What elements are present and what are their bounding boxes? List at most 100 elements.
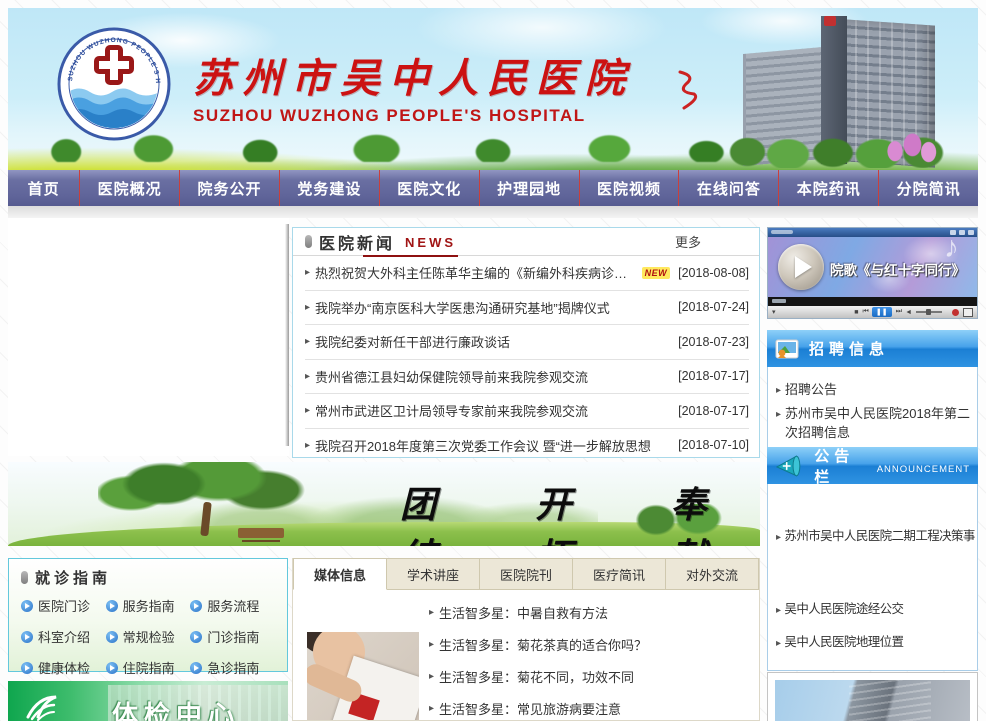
- tab-external-exchange[interactable]: 对外交流: [666, 558, 759, 590]
- circle-arrow-icon: [190, 600, 202, 612]
- player-seek-bar[interactable]: [768, 297, 977, 306]
- news-link[interactable]: 贵州省德江县妇幼保健院领导前来我院参观交流: [315, 367, 588, 386]
- site-title-chinese: 苏州市吴中人民医院: [193, 46, 634, 104]
- news-link[interactable]: 常州市武进区卫计局领导专家前来我院参观交流: [315, 401, 588, 420]
- recruitment-item: ▸ 苏州市吴中人民医院2018年第二次招聘信息: [776, 404, 971, 442]
- nav-item-nursing[interactable]: 护理园地: [479, 170, 579, 206]
- news-more-link[interactable]: 更多: [675, 232, 701, 251]
- media-article-list: ▸ 生活智多星：中暑自救有方法 ▸ 生活智多星：菊花茶真的适合你吗？ ▸ 生活智…: [429, 596, 751, 721]
- video-player: ♪ ♫ 院歌《与红十字同行》 ▾ ■ ⏮ ❚❚ ⏭ ◄: [767, 227, 978, 319]
- arrow-bullet-icon: ▸: [305, 267, 310, 278]
- guide-link-health-checkup[interactable]: 健康体检: [21, 658, 106, 677]
- player-close-icon[interactable]: [968, 230, 974, 235]
- news-link[interactable]: 我院召开2018年度第三次党委工作会议 暨“进一步解放思想: [315, 436, 651, 455]
- arrow-bullet-icon: ▸: [429, 703, 434, 714]
- circle-arrow-icon: [190, 662, 202, 674]
- arrow-bullet-icon: ▸: [305, 302, 310, 313]
- news-link[interactable]: 我院纪委对新任干部进行廉政谈话: [315, 332, 510, 351]
- slogan-word: 团结: [400, 476, 489, 546]
- announcement-link[interactable]: 吴中人民医院地理位置: [784, 633, 903, 652]
- nav-item-public-affairs[interactable]: 院务公开: [179, 170, 279, 206]
- guide-link-lab-tests[interactable]: 常规检验: [106, 627, 191, 646]
- info-tabs-panel: 媒体信息 学术讲座 医院院刊 医疗简讯 对外交流 ▸ 生活智多星：中暑自救有方法…: [292, 558, 760, 721]
- tab-medical-briefs[interactable]: 医疗简讯: [573, 558, 666, 590]
- tab-media-info[interactable]: 媒体信息: [293, 558, 387, 590]
- arrow-bullet-icon: ▸: [305, 440, 310, 451]
- news-item: ▸ 常州市武进区卫计局领导专家前来我院参观交流 [2018-07-17]: [305, 394, 749, 429]
- pause-button[interactable]: ❚❚: [872, 307, 892, 317]
- volume-slider[interactable]: [916, 311, 942, 313]
- player-screen[interactable]: ♪ ♫ 院歌《与红十字同行》: [768, 237, 977, 297]
- nav-item-party-building[interactable]: 党务建设: [279, 170, 379, 206]
- media-article-link[interactable]: 生活智多星：常见旅游病要注意: [439, 699, 621, 718]
- hospital-intro-image: 医院简介: [775, 680, 970, 721]
- hospital-building-image: [725, 14, 950, 164]
- recruitment-link[interactable]: 招聘公告: [785, 380, 837, 399]
- arrow-bullet-icon: ▸: [776, 405, 781, 443]
- guide-link-service-guide[interactable]: 服务指南: [106, 596, 191, 615]
- guide-link-service-flow[interactable]: 服务流程: [190, 596, 275, 615]
- next-icon[interactable]: ⏭: [896, 308, 901, 316]
- nav-item-overview[interactable]: 医院概况: [79, 170, 179, 206]
- guide-link-departments[interactable]: 科室介绍: [21, 627, 106, 646]
- news-link[interactable]: 我院举办“南京医科大学医患沟通研究基地”揭牌仪式: [315, 298, 610, 317]
- guide-link-inpatient-guide[interactable]: 住院指南: [106, 658, 191, 677]
- player-title-text: [771, 230, 793, 234]
- page: SUZHOU WUZHONG PEOPLE'S HOSPITAL 苏州市吴中人民…: [0, 0, 986, 721]
- announcement-list: ▸ 苏州市吴中人民医院二期工程决策事 ▸ 吴中人民医院途经公交 ▸ 吴中人民医院…: [767, 484, 978, 671]
- news-link[interactable]: 热烈祝贺大外科主任陈革华主编的《新编外科疾病诊断与治: [315, 263, 638, 282]
- guide-link-outpatient-guide[interactable]: 门诊指南: [190, 627, 275, 646]
- media-article-item: ▸ 生活智多星：菊花不同，功效不同: [429, 660, 751, 692]
- announcement-link[interactable]: 吴中人民医院途经公交: [784, 600, 903, 619]
- media-article-item: ▸ 生活智多星：常见旅游病要注意: [429, 692, 751, 721]
- recruitment-link[interactable]: 苏州市吴中人民医院2018年第二次招聘信息: [785, 404, 971, 442]
- arrow-bullet-icon: ▸: [305, 336, 310, 347]
- playlist-dropdown-icon[interactable]: ▾: [772, 308, 776, 316]
- recruitment-panel: 招聘信息 ▸ 招聘公告 ▸ 苏州市吴中人民医院2018年第二次招聘信息: [767, 330, 978, 456]
- announcement-link[interactable]: 苏州市吴中人民医院二期工程决策事: [784, 527, 974, 546]
- nav-item-branch-news[interactable]: 分院简讯: [878, 170, 978, 206]
- nav-item-pharmacy-news[interactable]: 本院药讯: [778, 170, 878, 206]
- media-article-link[interactable]: 生活智多星：菊花不同，功效不同: [439, 667, 634, 686]
- announcement-title: 公告栏: [814, 445, 872, 487]
- volume-icon[interactable]: ◄: [905, 309, 912, 316]
- media-article-item: ▸ 生活智多星：菊花茶真的适合你吗？: [429, 628, 751, 660]
- previous-icon[interactable]: ⏮: [862, 308, 867, 316]
- tab-academic-lectures[interactable]: 学术讲座: [387, 558, 480, 590]
- new-badge: NEW: [642, 267, 671, 279]
- player-minimize-icon[interactable]: [950, 230, 956, 235]
- section-bullet-icon: [305, 235, 312, 248]
- media-article-link[interactable]: 生活智多星：菊花茶真的适合你吗？: [439, 635, 647, 654]
- patient-guide-title: 就诊指南: [35, 567, 111, 588]
- nav-item-home[interactable]: 首页: [8, 170, 79, 206]
- bench-image: [238, 528, 284, 538]
- checkup-center-banner[interactable]: 体检中心: [8, 681, 288, 721]
- main-navigation: 首页 医院概况 院务公开 党务建设 医院文化 护理园地 医院视频 在线问答 本院…: [8, 170, 978, 206]
- header-banner: SUZHOU WUZHONG PEOPLE'S HOSPITAL 苏州市吴中人民…: [8, 8, 978, 170]
- hospital-intro-panel[interactable]: 医院简介: [767, 672, 978, 721]
- news-date: [2018-07-17]: [670, 404, 749, 418]
- player-settings-icon[interactable]: [963, 308, 973, 317]
- recruitment-title: 招聘信息: [809, 338, 889, 359]
- photo-slideshow-area[interactable]: [8, 218, 289, 456]
- tree-image: [98, 462, 318, 546]
- player-maximize-icon[interactable]: [959, 230, 965, 235]
- play-button[interactable]: [778, 244, 824, 290]
- record-icon[interactable]: [952, 309, 959, 316]
- guide-link-emergency-guide[interactable]: 急诊指南: [190, 658, 275, 677]
- media-article-link[interactable]: 生活智多星：中暑自救有方法: [439, 603, 608, 622]
- video-caption: 院歌《与红十字同行》: [830, 259, 965, 279]
- nav-item-videos[interactable]: 医院视频: [579, 170, 679, 206]
- news-item: ▸ 我院召开2018年度第三次党委工作会议 暨“进一步解放思想 [2018-07…: [305, 429, 749, 463]
- news-title: 医院新闻: [319, 230, 395, 254]
- tab-hospital-journal[interactable]: 医院院刊: [480, 558, 573, 590]
- nav-item-culture[interactable]: 医院文化: [379, 170, 479, 206]
- stop-icon[interactable]: ■: [854, 309, 858, 316]
- nav-item-online-qa[interactable]: 在线问答: [678, 170, 778, 206]
- recruitment-header: 招聘信息: [767, 330, 978, 367]
- arrow-bullet-icon: ▸: [429, 639, 434, 650]
- announcement-item: ▸ 吴中人民医院途经公交: [776, 600, 971, 619]
- leaf-logo-icon: [24, 691, 60, 721]
- guide-link-outpatient[interactable]: 医院门诊: [21, 596, 106, 615]
- circle-arrow-icon: [106, 631, 118, 643]
